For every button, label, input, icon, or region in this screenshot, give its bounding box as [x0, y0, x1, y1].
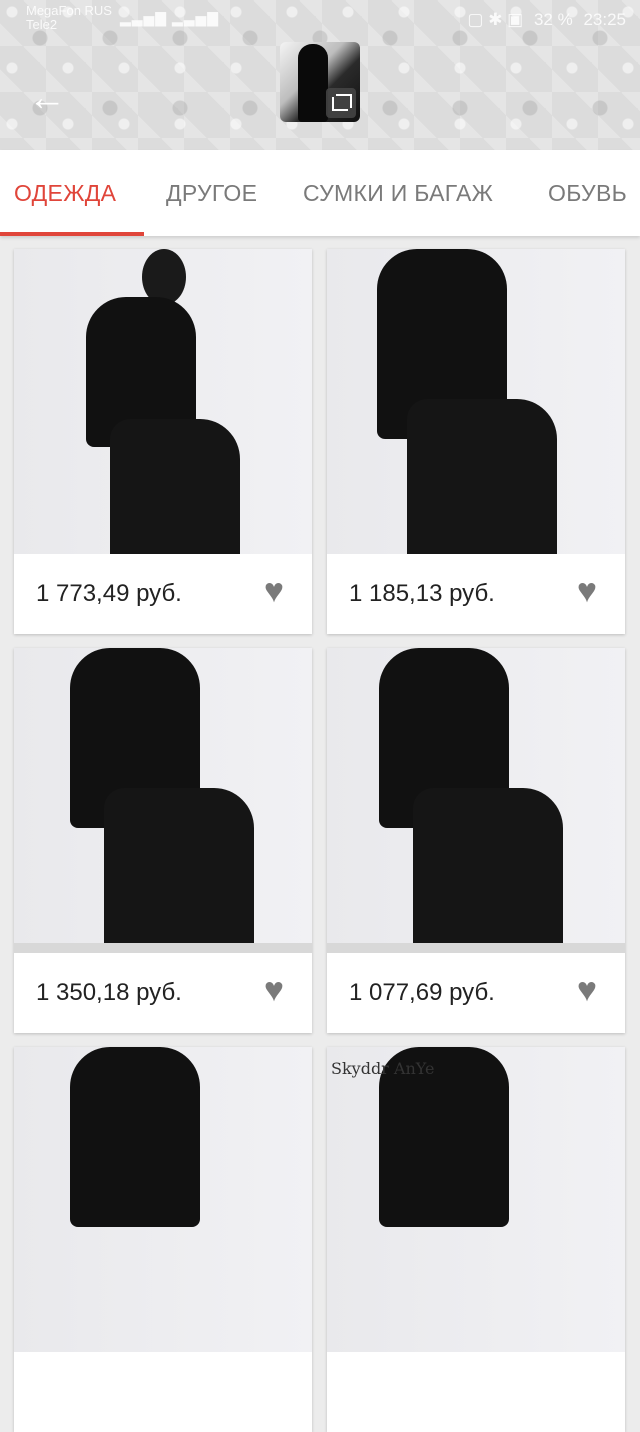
header: MegaFon RUS Tele2 ▂▃▅▇ ▂▃▅▇ ▢ ✱ ▣ 32 % 2…: [0, 0, 640, 150]
tab-other[interactable]: ДРУГОЕ: [166, 150, 257, 236]
product-image: Skyddr AnYe: [327, 1047, 625, 1352]
product-card[interactable]: 1 773,49 руб. ♥: [14, 249, 312, 634]
product-image: [14, 249, 312, 554]
heart-icon[interactable]: ♥: [256, 573, 292, 609]
search-image-thumbnail[interactable]: [280, 42, 360, 122]
product-image: [327, 648, 625, 953]
thumbnail-photo: [298, 44, 328, 122]
time-label: 23:25: [583, 10, 626, 29]
back-button[interactable]: ←: [28, 78, 68, 118]
active-tab-indicator: [0, 232, 144, 236]
battery-label: 32 %: [533, 10, 573, 29]
watermark-text: Skyddr AnYe: [331, 1059, 435, 1078]
product-card[interactable]: 1 185,13 руб. ♥: [327, 249, 625, 634]
product-card[interactable]: [14, 1047, 312, 1432]
crop-icon[interactable]: [326, 88, 356, 118]
category-tabs: ОДЕЖДА ДРУГОЕ СУМКИ И БАГАЖ ОБУВЬ: [0, 150, 640, 236]
product-card[interactable]: Skyddr AnYe: [327, 1047, 625, 1432]
arrow-left-icon: ←: [28, 77, 66, 119]
product-price: 1 773,49 руб.: [36, 580, 182, 607]
carrier-label: MegaFon RUS Tele2: [26, 3, 112, 32]
product-price: 1 185,13 руб.: [349, 580, 495, 607]
tab-bags-luggage[interactable]: СУМКИ И БАГАЖ: [303, 150, 493, 236]
product-image: [327, 249, 625, 554]
status-bar: MegaFon RUS Tele2 ▂▃▅▇ ▂▃▅▇ ▢ ✱ ▣ 32 % 2…: [0, 0, 640, 36]
heart-icon[interactable]: ♥: [569, 972, 605, 1008]
product-price: 1 350,18 руб.: [36, 979, 182, 1006]
product-image: [14, 1047, 312, 1352]
tab-clothing[interactable]: ОДЕЖДА: [14, 150, 116, 236]
product-image: [14, 648, 312, 953]
signal-icon: ▂▃▅▇ ▂▃▅▇: [120, 10, 220, 26]
status-right: ▢ ✱ ▣ 32 % 23:25: [461, 10, 626, 30]
product-card[interactable]: 1 350,18 руб. ♥: [14, 648, 312, 1033]
product-card[interactable]: 1 077,69 руб. ♥: [327, 648, 625, 1033]
product-price: 1 077,69 руб.: [349, 979, 495, 1006]
status-icons: ▢ ✱ ▣: [467, 10, 524, 29]
tab-shoes[interactable]: ОБУВЬ: [548, 150, 627, 236]
heart-icon[interactable]: ♥: [256, 972, 292, 1008]
heart-icon[interactable]: ♥: [569, 573, 605, 609]
